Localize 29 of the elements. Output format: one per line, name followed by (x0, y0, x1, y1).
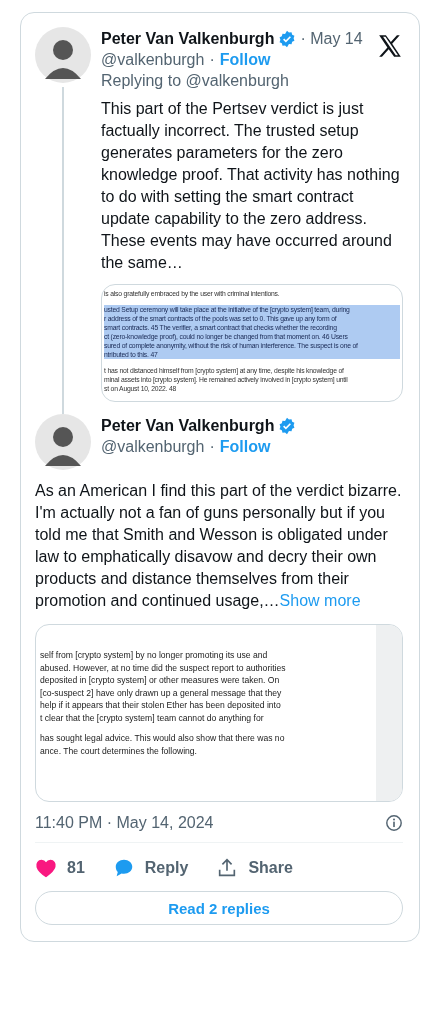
document-screenshot[interactable] (101, 284, 403, 402)
separator-dot: · (209, 438, 215, 456)
document-line: abused. However, at no time did the suspect report to authorities (40, 661, 287, 674)
tweet-text: This part of the Pertsev verdict is just factually incorrect. The trusted setup generates parameters for the zero knowledge proof. That activity has nothing to do with setting the smart contract update capability to the zero address. These events may have occurred around the same… (101, 99, 401, 273)
info-icon[interactable] (385, 814, 403, 832)
document-screenshot[interactable] (35, 624, 403, 802)
user-handle[interactable]: @valkenburgh (101, 51, 205, 69)
avatar[interactable] (35, 27, 91, 83)
replying-to-text: Replying to @valkenburgh (101, 72, 290, 90)
heart-icon[interactable] (35, 857, 57, 879)
document-line: ance. The court determines the following. (40, 744, 198, 757)
document-line: help if it appears that their stolen Ether has been deposited into (40, 699, 282, 712)
reply-link[interactable]: Reply (144, 859, 189, 877)
author-name[interactable]: Peter Van Valkenburgh (101, 417, 275, 435)
like-count: 81 (67, 859, 85, 877)
document-line: t clear that the [crypto system] team cannot do anything for (40, 711, 265, 724)
document-line: has sought legal advice. This would also show that there was no (40, 732, 286, 745)
document-line: [co-suspect 2] have only drawn up a general message that they (40, 686, 283, 699)
author-name[interactable]: Peter Van Valkenburgh (101, 30, 275, 48)
user-handle[interactable]: @valkenburgh (101, 438, 205, 456)
share-link[interactable]: Share (248, 859, 293, 877)
tweet-text: As an American I find this part of the verdict bizarre. I'm actually not a fan of guns personally but if you told me that Smith and Wesson is obligated under law to emphatically disavow and decry their own products and distance themselves from their promotion and continued usage,…Show more (35, 481, 403, 611)
document-line: self from [crypto system] by no longer promoting its use and (40, 649, 269, 662)
tweet-date[interactable]: · May 14 (300, 30, 363, 48)
document-line: deposited in [crypto system] or other measures were taken. On (40, 674, 281, 687)
x-logo-icon[interactable] (377, 33, 403, 59)
separator-dot: · (209, 51, 215, 69)
avatar[interactable] (35, 414, 91, 470)
tweet-timestamp[interactable]: 11:40 PM · May 14, 2024 (35, 814, 214, 832)
